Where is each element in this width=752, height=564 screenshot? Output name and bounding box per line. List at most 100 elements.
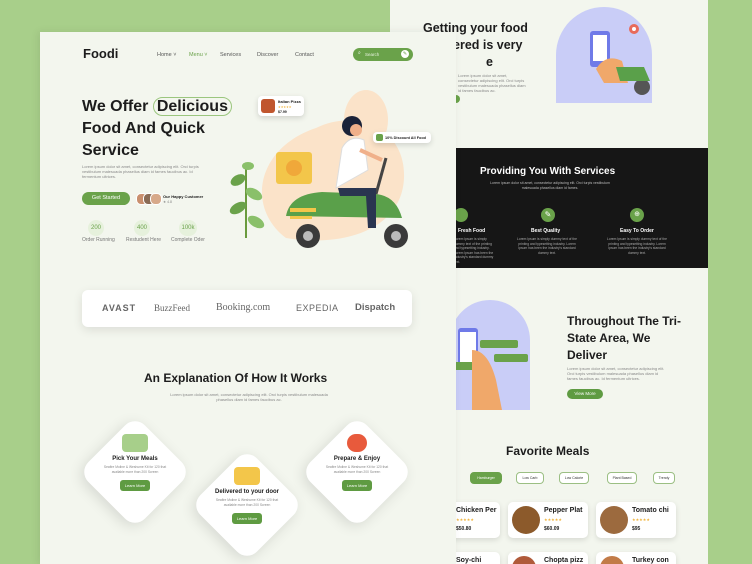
discount-icon [376, 134, 383, 141]
how-it-works-subtitle: Lorem ipsum dolor sit amet, consectetur … [170, 392, 328, 402]
view-more-button[interactable]: View More [567, 389, 603, 399]
stat-value-restaurants: 400 [134, 220, 150, 236]
service-title-easy-order: Easy To Order [620, 228, 654, 234]
nav-menu[interactable]: Menu ˅ [189, 52, 208, 58]
meal-name: Pepper Plat [544, 507, 583, 514]
customer-avatars [136, 193, 162, 205]
nav-services[interactable]: Services [220, 52, 241, 58]
search-submit-icon[interactable]: ✎ [401, 50, 409, 58]
step-title: Delivered to your door [214, 489, 279, 495]
discount-badge: 10% Discount All Food [373, 132, 431, 143]
meal-image [600, 506, 628, 534]
partner-logo-buzzfeed: BuzzFeed [154, 303, 190, 313]
search-bar[interactable]: ⌕ Search ✎ [353, 48, 413, 61]
pizza-card-price: $7.99 [278, 110, 287, 114]
meal-price: $60.09 [544, 526, 560, 532]
filter-hamburger[interactable]: Hamburger [470, 472, 502, 484]
hero-title: We Offer Delicious Food And Quick Servic… [82, 96, 232, 162]
meal-card[interactable]: Pepper Plat ★★★★★ $60.09 [508, 502, 588, 538]
hero-title-prefix: We Offer [82, 98, 153, 115]
filter-plant-based[interactable]: Plant Based [607, 472, 637, 484]
customers-title: Our Happy Customer [163, 194, 204, 199]
learn-more-button[interactable]: Learn More [341, 480, 373, 491]
partner-logo-avast: AVAST [102, 303, 137, 313]
step-card-content: Pick Your Meals Seafire Moline & Weshume… [85, 432, 185, 512]
nav-contact[interactable]: Contact [295, 52, 314, 58]
order-icon: ⊕ [630, 208, 644, 222]
tristate-heading: Throughout The Tri- State Area, We Deliv… [567, 313, 681, 364]
step-text: Seafire Moline & Weshume Kit for 120 tha… [215, 498, 279, 507]
dish-icon [347, 434, 367, 452]
search-icon: ⌕ [358, 50, 361, 56]
service-title-best-quality: Best Quality [531, 228, 561, 234]
brand-logo[interactable]: Foodi [83, 46, 118, 61]
step-card-pick-meals[interactable]: Pick Your Meals Seafire Moline & Weshume… [78, 415, 192, 529]
pizza-card: Italian Pizza ★★★★★ $7.99 [258, 96, 304, 116]
meal-name: Chicken Per [456, 507, 497, 514]
meal-price: $95 [632, 526, 641, 532]
meal-rating: ★★★★★ [456, 517, 474, 522]
tristate-heading-line3: Deliver [567, 348, 608, 362]
get-started-button[interactable]: Get Started [82, 192, 130, 205]
filter-low-carb[interactable]: Low Carb [516, 472, 544, 484]
meal-price: $50.80 [456, 526, 472, 532]
meal-name: Turkey con [632, 557, 669, 564]
delivery-text: Lorem ipsum dolor sit amet, consectetur … [458, 73, 526, 93]
discount-text: 10% Discount All Food [385, 135, 426, 140]
meal-rating: ★★★★★ [632, 517, 650, 522]
favorites-title: Favorite Meals [506, 444, 590, 458]
pizza-card-rating: ★★★★★ [278, 105, 292, 109]
service-text-easy-order: Lorem Ipsum is simply dummy text of the … [607, 237, 667, 255]
nav-discover[interactable]: Discover [257, 52, 278, 58]
services-text: Lorem ipsum dolor sit amet, consectetur … [490, 181, 610, 190]
step-card-delivered[interactable]: Delivered to your door Seafire Moline & … [190, 448, 304, 562]
fresh-food-icon [454, 208, 468, 222]
filter-low-calorie[interactable]: Low Calorie [559, 472, 589, 484]
tristate-illustration [450, 300, 544, 410]
delivery-illustration [556, 7, 674, 103]
meal-name: Tomato chi [632, 507, 669, 514]
service-title-fresh-food: Fresh Food [458, 228, 486, 234]
chevron-down-icon: ˅ [202, 52, 208, 58]
quality-icon: ✎ [541, 208, 555, 222]
stat-label-restaurants: Restudent Here [126, 237, 162, 243]
partner-logo-dispatch: Dispatch [355, 302, 396, 313]
search-input[interactable]: Search [365, 52, 379, 57]
step-text: Seafire Moline & Weshume Kit for 120 tha… [103, 465, 167, 474]
services-title: Providing You With Services [480, 166, 616, 177]
meal-card[interactable]: Chopta pizz [508, 552, 588, 564]
tristate-heading-line2: State Area, We [567, 331, 651, 345]
how-it-works-title: An Explanation Of How It Works [144, 371, 328, 385]
stat-label-completed: Complete Oder [171, 237, 205, 243]
partner-logo-expedia: EXPEDIA [296, 303, 339, 313]
hero-title-line3: Service [82, 142, 139, 159]
pizza-image [261, 99, 275, 113]
meal-card[interactable]: Turkey con [596, 552, 676, 564]
nav-home-label: Home [157, 52, 172, 58]
service-text-best-quality: Lorem Ipsum is simply dummy text of the … [517, 237, 577, 255]
front-page: Foodi Home ˅ Menu ˅ Services Discover Co… [40, 32, 456, 564]
meal-card[interactable]: Tomato chi ★★★★★ $95 [596, 502, 676, 538]
meal-name: Soy-chi [456, 557, 482, 564]
hero-description: Lorem ipsum dolor sit amet, consectetur … [82, 164, 199, 179]
partner-logo-booking: Booking.com [216, 302, 271, 313]
step-card-prepare[interactable]: Prepare & Enjoy Seafire Moline & Weshume… [300, 415, 414, 529]
meal-image [600, 556, 624, 564]
chevron-down-icon: ˅ [171, 52, 177, 58]
nav-home[interactable]: Home ˅ [157, 52, 176, 58]
hero-title-highlight: Delicious [152, 97, 232, 116]
avatar [150, 193, 162, 205]
meal-box-icon [122, 434, 148, 452]
stat-value-completed: 100k [179, 220, 197, 236]
meal-name: Chopta pizz [544, 557, 584, 564]
step-title: Prepare & Enjoy [333, 456, 381, 462]
partners-bar: AVAST BuzzFeed Booking.com EXPEDIA Dispa… [82, 290, 412, 327]
hero-title-line1: We Offer Delicious [82, 96, 232, 118]
nav-menu-label: Menu [189, 52, 203, 58]
learn-more-button[interactable]: Learn More [119, 480, 151, 491]
hero-title-line2: Food And Quick [82, 120, 205, 137]
learn-more-button[interactable]: Learn More [231, 513, 263, 524]
meal-image [512, 506, 540, 534]
meal-rating: ★★★★★ [544, 517, 562, 522]
filter-trendy[interactable]: Trendy [653, 472, 675, 484]
